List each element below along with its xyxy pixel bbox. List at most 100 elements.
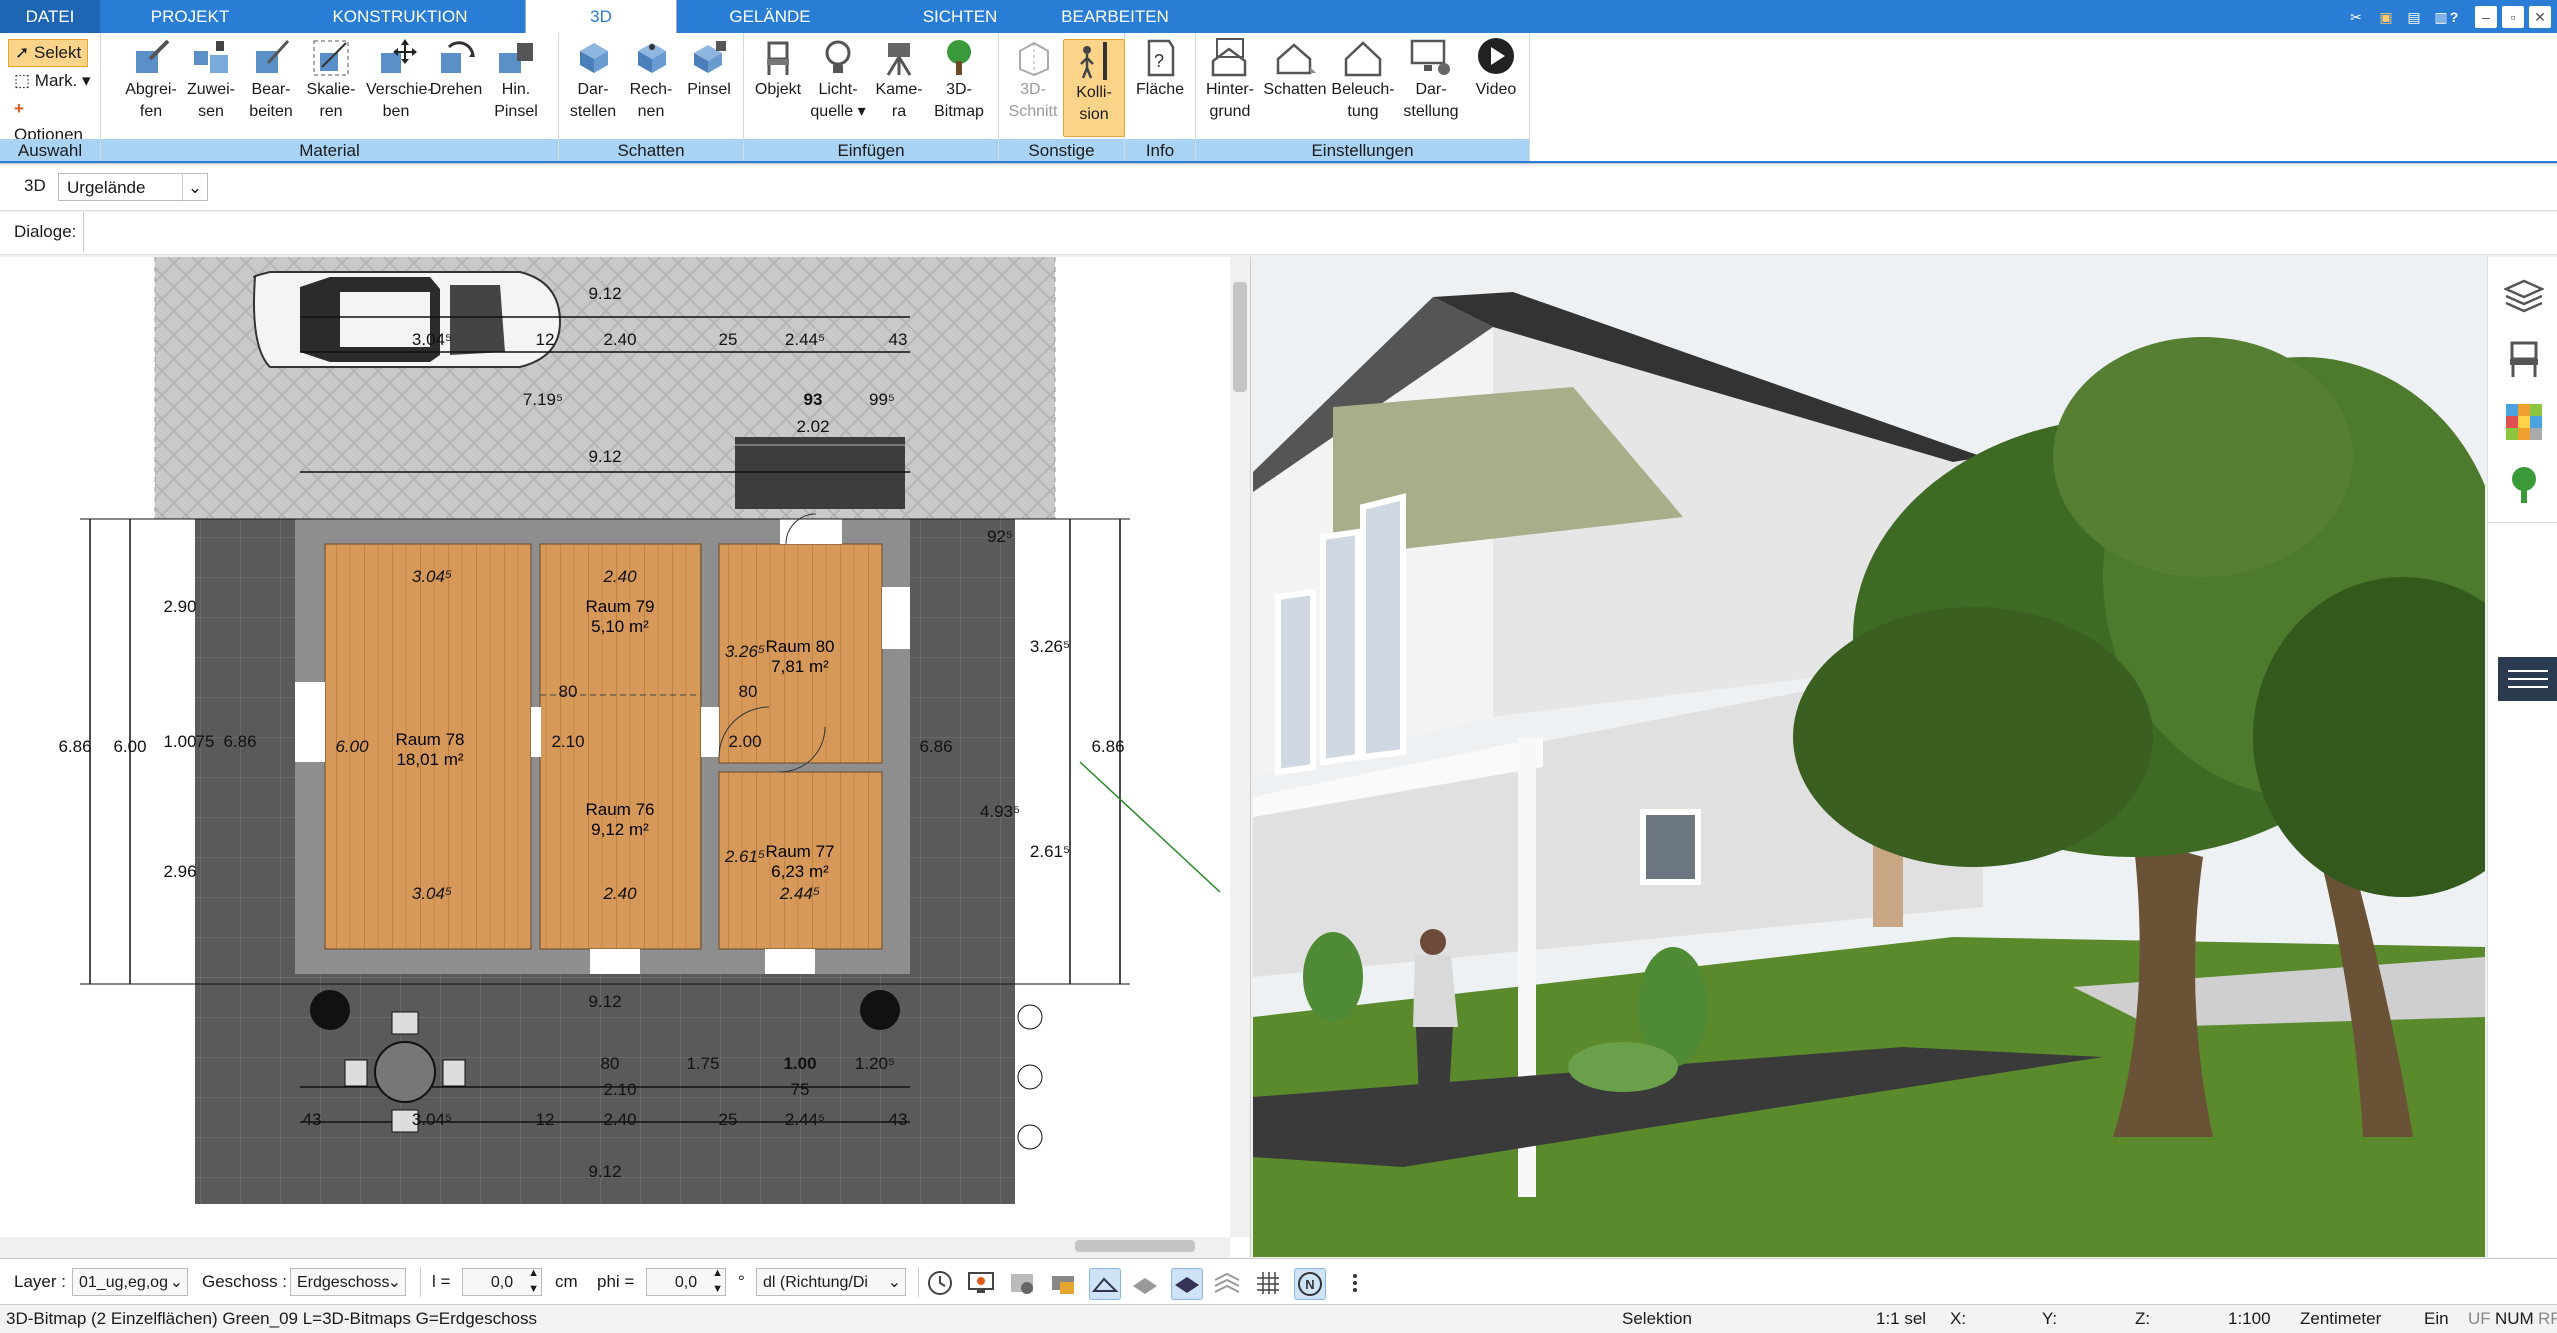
camera-icon	[886, 43, 912, 76]
grid-icon[interactable]	[1253, 1268, 1283, 1298]
tools-icon[interactable]: ✂	[2345, 6, 2367, 28]
plane-icon[interactable]	[1171, 1268, 1203, 1300]
materials-icon[interactable]	[2504, 402, 2544, 442]
background-button[interactable]: Hinter-grund	[1200, 37, 1260, 123]
group-label-einfuegen: Einfügen	[744, 139, 998, 163]
room-area-77: 6,23 m²	[771, 862, 829, 881]
select-button[interactable]: ➚ Selekt	[8, 39, 89, 67]
tab-sichten[interactable]: SICHTEN	[890, 0, 1030, 33]
help-icon[interactable]: ?	[2443, 6, 2465, 28]
layer-select[interactable]: 01_ug,eg,og ⌄	[72, 1268, 188, 1296]
monitor-icon[interactable]	[966, 1268, 996, 1298]
dl-select[interactable]: dl (Richtung/Di ⌄	[756, 1268, 906, 1296]
clock-icon[interactable]	[925, 1268, 955, 1298]
scale-material-button[interactable]: Skalie-ren	[301, 37, 361, 123]
tab-bearbeiten[interactable]: BEARBEITEN	[1050, 0, 1180, 33]
layers-icon[interactable]	[2502, 277, 2546, 317]
svg-text:2.00: 2.00	[728, 732, 761, 751]
plan-horizontal-scrollbar[interactable]	[0, 1237, 1230, 1257]
monitor-gear-icon	[1410, 39, 1450, 75]
insert-3d-bitmap-button[interactable]: 3D- Bitmap	[929, 37, 989, 123]
shadow-brush-button[interactable]: Pinsel	[679, 37, 739, 101]
insert-object-button[interactable]: Objekt	[748, 37, 808, 101]
shadow-calc-button[interactable]: Rech-nen	[621, 37, 681, 123]
terrain-select[interactable]: Urgelände ⌄	[58, 173, 208, 202]
shadow-display-button[interactable]: Dar-stellen	[563, 37, 623, 123]
svg-text:43: 43	[889, 1110, 908, 1129]
north-icon[interactable]: N	[1294, 1268, 1326, 1300]
3d-section-button[interactable]: 3D- Schnitt	[1003, 37, 1063, 123]
window-icon[interactable]: ▤	[2403, 6, 2425, 28]
tab-3d[interactable]: 3D	[525, 0, 677, 33]
area-button[interactable]: ? Fläche	[1130, 37, 1190, 101]
plan-vertical-scrollbar[interactable]	[1230, 257, 1250, 1237]
edit-material-button[interactable]: Bear-beiten	[241, 37, 301, 123]
close-icon[interactable]: ✕	[2529, 6, 2551, 28]
length-label: l =	[432, 1272, 451, 1291]
phi-input[interactable]: 0,0 ▲ ▼	[646, 1265, 726, 1297]
restore-icon[interactable]: ▫	[2502, 6, 2524, 28]
pick-material-button[interactable]: Abgrei-fen	[121, 37, 181, 123]
gate-symbol[interactable]	[735, 437, 905, 509]
dock-handle-icon[interactable]	[2498, 657, 2557, 701]
spinner-icon[interactable]: ▲ ▼	[712, 1265, 723, 1297]
surface-icon[interactable]	[1089, 1268, 1121, 1300]
stack-icon[interactable]	[1212, 1268, 1242, 1298]
cube-calc-icon	[638, 43, 666, 73]
svg-text:92⁵: 92⁵	[987, 527, 1013, 546]
wall-icon[interactable]	[1130, 1268, 1160, 1298]
video-button[interactable]: Video	[1466, 37, 1526, 101]
svg-text:2.44⁵: 2.44⁵	[785, 330, 825, 349]
more-options-icon[interactable]	[1340, 1268, 1370, 1298]
svg-text:?: ?	[1154, 51, 1164, 71]
floor-plan-drawing[interactable]: Raum 78 18,01 m² Raum 79 5,10 m² Raum 80…	[0, 257, 1250, 1257]
edit-material-icon	[256, 39, 290, 73]
chevron-down-icon: ⌄	[887, 1274, 901, 1291]
minimize-icon[interactable]: –	[2475, 6, 2497, 28]
tab-gelaende[interactable]: GELÄNDE	[700, 0, 840, 33]
assign-material-button[interactable]: Zuwei-sen	[181, 37, 241, 123]
home-icon[interactable]: ▣	[2375, 6, 2397, 28]
floor-plan-view[interactable]: Raum 78 18,01 m² Raum 79 5,10 m² Raum 80…	[0, 257, 1251, 1257]
render-settings-icon[interactable]	[1007, 1268, 1037, 1298]
status-x: X:	[1950, 1309, 1967, 1328]
hint-brush-button[interactable]: Hin. Pinsel	[486, 37, 546, 123]
geschoss-select[interactable]: Erdgeschoss ⌄	[290, 1268, 406, 1296]
plants-icon[interactable]	[2504, 465, 2544, 505]
ribbon-empty-area	[1530, 33, 2557, 163]
print-icon[interactable]	[1048, 1268, 1078, 1298]
room-label-80: Raum 80	[766, 637, 835, 656]
options-button[interactable]: + Optionen	[8, 96, 100, 144]
move-material-button[interactable]: Verschie-ben	[366, 37, 433, 123]
tab-konstruktion[interactable]: KONSTRUKTION	[300, 0, 500, 33]
view-mode-label: 3D	[24, 176, 46, 195]
display-settings-button[interactable]: Dar-stellung	[1398, 37, 1464, 123]
plan-vertical-scroll-thumb[interactable]	[1233, 282, 1247, 392]
shadow-settings-button[interactable]: Schatten	[1260, 37, 1330, 101]
rotate-material-button[interactable]: Drehen	[426, 37, 486, 101]
svg-text:3.04⁵: 3.04⁵	[412, 884, 452, 903]
plus-icon: +	[14, 99, 24, 118]
furniture-icon[interactable]	[2504, 339, 2544, 379]
tab-datei[interactable]: DATEI	[0, 0, 100, 33]
collision-button[interactable]: Kolli-sion	[1063, 39, 1125, 137]
mark-button[interactable]: ⬚ Mark. ▾	[8, 68, 97, 94]
status-y: Y:	[2042, 1309, 2058, 1328]
cube-brush-icon	[694, 41, 726, 73]
group-label-info: Info	[1125, 139, 1195, 163]
spinner-icon[interactable]: ▲ ▼	[528, 1265, 539, 1297]
length-input[interactable]: 0,0 ▲ ▼	[462, 1265, 542, 1297]
svg-text:1.20⁵: 1.20⁵	[855, 1054, 895, 1073]
lighting-button[interactable]: Beleuch-tung	[1330, 37, 1396, 123]
move-icon	[381, 39, 417, 73]
insert-light-button[interactable]: Licht-quelle ▾	[808, 37, 868, 123]
insert-camera-button[interactable]: Kame-ra	[869, 37, 929, 123]
status-bar: 3D-Bitmap (2 Einzelflächen) Green_09 L=3…	[0, 1304, 2557, 1333]
plan-horizontal-scroll-thumb[interactable]	[1075, 1240, 1195, 1252]
dialog-label: Dialoge:	[0, 212, 84, 252]
group-schatten: Dar-stellen Rech-nen Pinsel Schatten	[559, 33, 744, 163]
3d-view[interactable]	[1253, 257, 2485, 1257]
3d-rendering[interactable]	[1253, 257, 2485, 1257]
tab-projekt[interactable]: PROJEKT	[120, 0, 260, 33]
svg-text:2.40: 2.40	[602, 884, 637, 903]
